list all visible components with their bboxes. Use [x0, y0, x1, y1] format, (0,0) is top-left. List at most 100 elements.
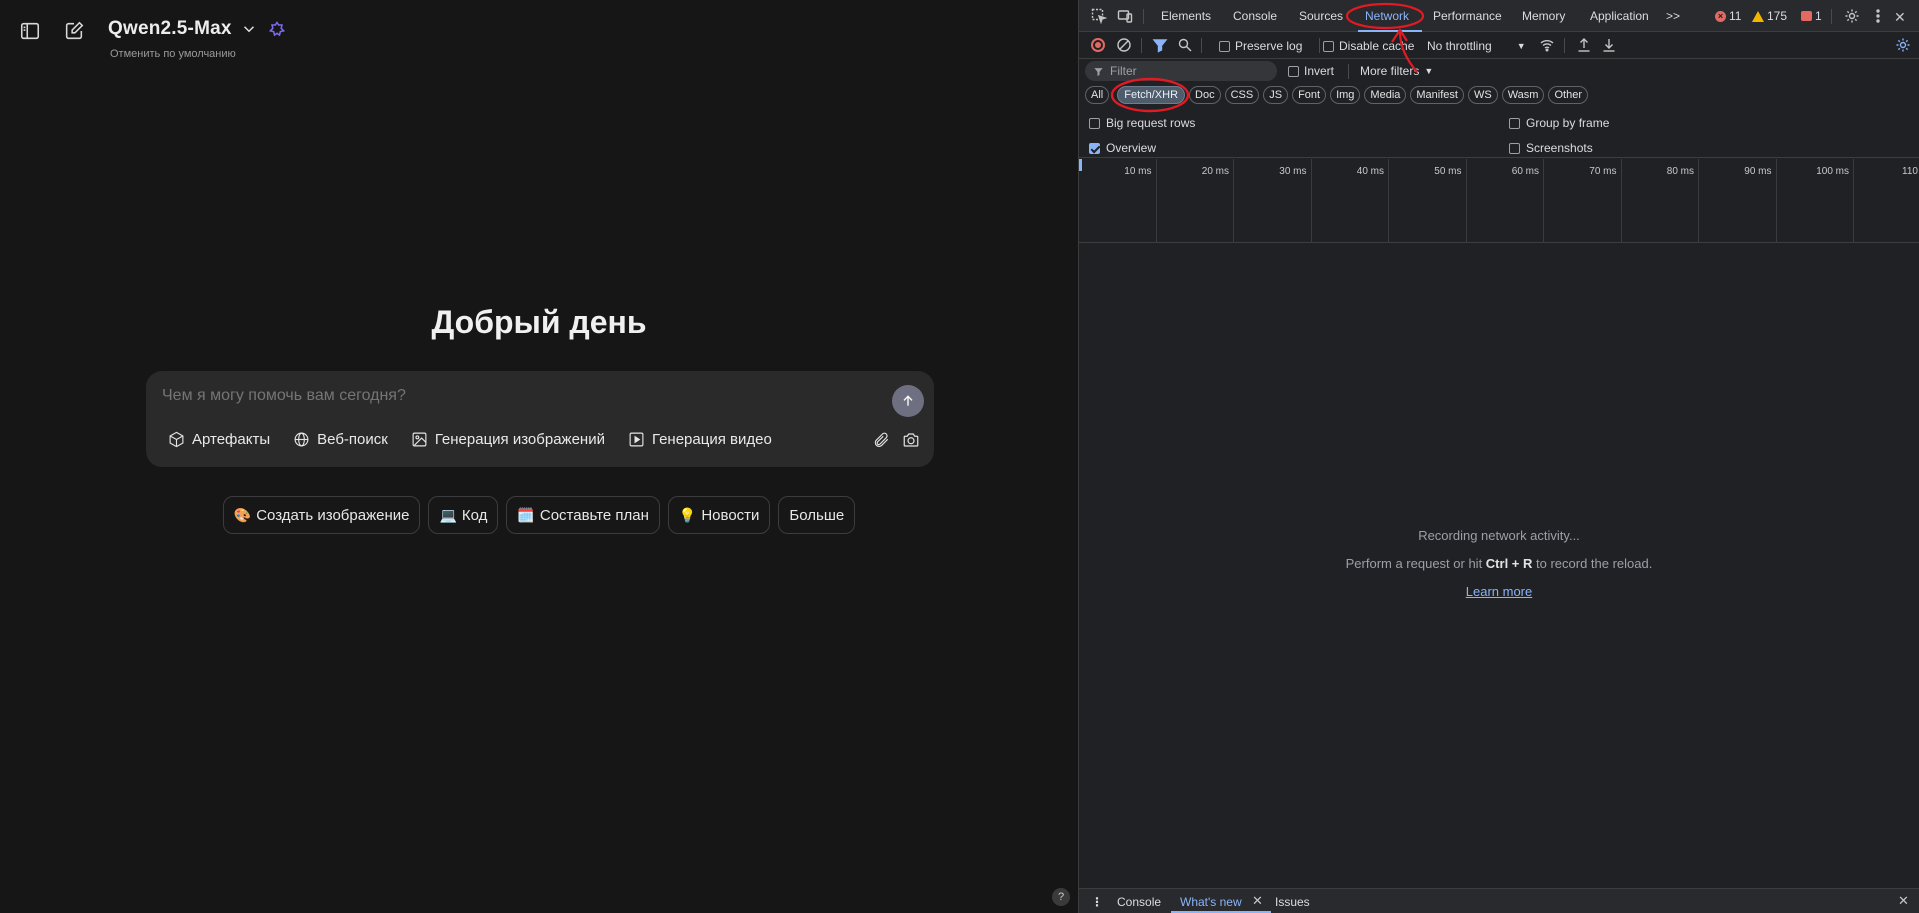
chip-make-plan[interactable]: 🗓️ Составьте план [506, 496, 660, 534]
tool-label: Генерация изображений [434, 431, 605, 448]
type-img[interactable]: Img [1330, 86, 1361, 104]
more-tabs-button[interactable]: >> [1666, 9, 1680, 23]
tick-label: 60 ms [1511, 166, 1539, 177]
type-css[interactable]: CSS [1224, 86, 1260, 104]
network-options: Big request rows Group by frame Overview… [1079, 112, 1919, 158]
divider [1319, 38, 1320, 53]
tab-elements[interactable]: Elements [1161, 9, 1211, 23]
learn-more-link[interactable]: Learn more [1079, 584, 1919, 599]
timeline-column: 70 ms [1544, 159, 1622, 243]
screenshots-checkbox[interactable]: Screenshots [1509, 141, 1593, 155]
tab-performance[interactable]: Performance [1433, 9, 1502, 23]
drawer-tab-issues[interactable]: Issues [1275, 895, 1310, 909]
paperclip-icon[interactable] [872, 431, 890, 449]
resource-type-filters: All Fetch/XHR Doc CSS JS Font Img Media … [1085, 86, 1588, 104]
overview-checkbox[interactable]: Overview [1089, 141, 1156, 155]
record-button[interactable] [1091, 38, 1105, 52]
chip-news[interactable]: 💡 Новости [667, 496, 771, 534]
tick-label: 10 ms [1124, 166, 1152, 177]
model-name[interactable]: Qwen2.5-Max [108, 18, 232, 40]
chip-more[interactable]: Больше [778, 496, 856, 534]
throttling-select[interactable]: No throttling ▼ [1427, 39, 1526, 53]
filter-placeholder: Filter [1110, 64, 1137, 78]
model-subtitle[interactable]: Отменить по умолчанию [110, 48, 236, 60]
sidebar-toggle-icon[interactable] [17, 18, 43, 44]
type-doc[interactable]: Doc [1189, 86, 1221, 104]
preserve-log-checkbox[interactable]: Preserve log [1219, 39, 1302, 53]
chip-create-image[interactable]: 🎨 Создать изображение [222, 496, 421, 534]
divider [1201, 38, 1202, 53]
settings-gear-icon[interactable] [1844, 8, 1860, 24]
drawer-tab-whats-new[interactable]: What's new [1180, 895, 1242, 909]
type-font[interactable]: Font [1292, 86, 1327, 104]
lightbulb-icon: 💡 [678, 506, 697, 523]
type-js[interactable]: JS [1263, 86, 1289, 104]
close-drawer-icon[interactable]: ✕ [1898, 893, 1909, 909]
disable-cache-checkbox[interactable]: Disable cache [1323, 39, 1414, 53]
more-filters-dropdown[interactable]: More filters ▼ [1360, 64, 1433, 78]
new-chat-icon[interactable] [61, 18, 87, 44]
warning-count[interactable]: 175 [1752, 9, 1787, 23]
tab-console[interactable]: Console [1233, 9, 1277, 23]
throttling-value: No throttling [1427, 39, 1492, 53]
import-har-icon[interactable] [1576, 37, 1592, 53]
invert-checkbox[interactable]: Invert [1288, 64, 1334, 78]
drawer-menu-icon[interactable]: ⋮ [1091, 895, 1103, 909]
error-count[interactable]: × 11 [1715, 9, 1741, 23]
tick-label: 20 ms [1201, 166, 1229, 177]
filter-input[interactable]: Filter [1085, 61, 1277, 81]
drawer-tab-console[interactable]: Console [1117, 895, 1161, 909]
tool-image-generation[interactable]: Генерация изображений [411, 431, 605, 448]
chip-code[interactable]: 💻 Код [428, 496, 499, 534]
tab-sources[interactable]: Sources [1299, 9, 1343, 23]
group-by-frame-checkbox[interactable]: Group by frame [1509, 116, 1609, 130]
inspect-element-icon[interactable] [1091, 8, 1108, 25]
type-fetch-xhr[interactable]: Fetch/XHR [1117, 86, 1186, 104]
prompt-input[interactable] [162, 387, 842, 405]
arrow-up-icon [903, 395, 913, 406]
clear-icon[interactable] [1116, 37, 1132, 53]
search-icon[interactable] [1177, 37, 1193, 53]
more-filters-label: More filters [1360, 64, 1420, 78]
type-media[interactable]: Media [1364, 86, 1407, 104]
network-toolbar: Preserve log Disable cache No throttling… [1079, 32, 1919, 59]
send-button[interactable] [892, 385, 924, 417]
type-ws[interactable]: WS [1467, 86, 1498, 104]
device-toolbar-icon[interactable] [1117, 8, 1133, 24]
composer: Артефакты Веб-поиск Генерация изображени… [146, 371, 934, 467]
image-icon [412, 432, 427, 447]
type-manifest[interactable]: Manifest [1410, 86, 1464, 104]
type-all[interactable]: All [1085, 86, 1110, 104]
chip-label: Создать изображение [256, 506, 410, 524]
tab-memory[interactable]: Memory [1522, 9, 1565, 23]
tool-artifacts[interactable]: Артефакты [168, 431, 270, 448]
network-conditions-icon[interactable] [1539, 37, 1555, 53]
tick-label: 50 ms [1434, 166, 1462, 177]
greeting-title: Добрый день [431, 304, 647, 340]
type-other[interactable]: Other [1548, 86, 1588, 104]
network-settings-gear-icon[interactable] [1895, 37, 1911, 53]
tab-application[interactable]: Application [1590, 9, 1649, 23]
checkbox-label: Preserve log [1235, 39, 1303, 53]
checkbox-label: Screenshots [1526, 141, 1593, 155]
close-tab-icon[interactable]: ✕ [1252, 893, 1263, 909]
tool-video-generation[interactable]: Генерация видео [628, 431, 772, 448]
type-wasm[interactable]: Wasm [1501, 86, 1545, 104]
close-devtools-icon[interactable]: ✕ [1894, 9, 1910, 25]
dropdown-arrow-icon: ▼ [1516, 41, 1526, 51]
chevron-down-icon[interactable] [240, 20, 258, 38]
tab-network[interactable]: Network [1365, 9, 1409, 23]
help-button[interactable]: ? [1052, 888, 1070, 906]
kebab-menu-icon[interactable] [1870, 8, 1886, 24]
timeline-overview[interactable]: 10 ms 20 ms 30 ms 40 ms 50 ms 60 ms 70 m… [1079, 159, 1919, 243]
tick-label: 100 ms [1816, 166, 1849, 177]
chip-label: Больше [789, 506, 845, 524]
tool-label: Генерация видео [651, 431, 772, 448]
camera-icon[interactable] [902, 431, 920, 449]
issues-count[interactable]: 1 [1801, 9, 1822, 23]
tool-web-search[interactable]: Веб-поиск [293, 431, 388, 448]
export-har-icon[interactable] [1601, 37, 1617, 53]
big-request-rows-checkbox[interactable]: Big request rows [1089, 116, 1195, 130]
filter-funnel-icon[interactable] [1152, 37, 1168, 53]
issues-count-value: 1 [1815, 9, 1822, 23]
